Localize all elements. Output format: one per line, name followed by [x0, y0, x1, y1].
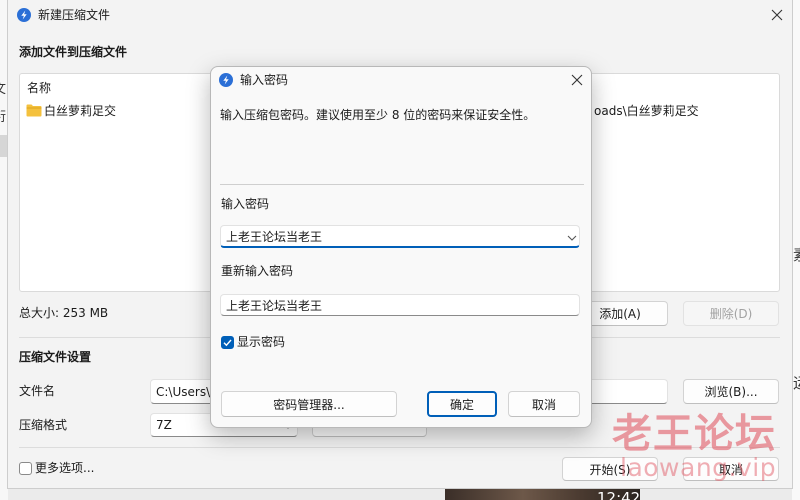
password-value: 上老王论坛当老王 — [226, 229, 323, 244]
background-photo: 12:42 — [445, 488, 640, 500]
password-label: 输入密码 — [221, 197, 270, 211]
format-select-value: 7Z — [156, 418, 172, 432]
background-text: 衍 — [0, 110, 6, 125]
bandizip-app-icon — [17, 8, 31, 22]
password-combobox[interactable]: 上老王论坛当老王 — [220, 225, 580, 248]
password-dialog: 输入密码 输入压缩包密码。建议使用至少 8 位的密码来保证安全性。 输入密码 上… — [210, 66, 592, 428]
watermark-title: 老王论坛 — [612, 411, 776, 457]
ok-button[interactable]: 确定 — [427, 391, 497, 417]
confirm-password-input[interactable]: 上老王论坛当老王 — [220, 294, 580, 316]
dialog-message: 输入压缩包密码。建议使用至少 8 位的密码来保证安全性。 — [220, 108, 536, 122]
background-text: 运 — [793, 375, 800, 391]
password-manager-button[interactable]: 密码管理器... — [221, 391, 397, 417]
watermark-url: laowang.vip — [620, 453, 777, 482]
column-header-name[interactable]: 名称 — [27, 81, 51, 95]
confirm-password-label: 重新输入密码 — [221, 264, 294, 278]
filename-input-value: C:\Users\ — [156, 384, 211, 399]
more-options-checkbox[interactable] — [19, 462, 32, 475]
browse-button[interactable]: 浏览(B)... — [683, 379, 779, 404]
screen: 文 衍 素 运 12:42 新建压缩文件 添加文件到压缩文件 名称 白丝萝莉足交… — [0, 0, 800, 500]
window-title: 新建压缩文件 — [38, 8, 111, 22]
confirm-password-value: 上老王论坛当老王 — [226, 298, 323, 313]
background-window-left: 文 衍 — [0, 0, 8, 500]
archive-settings-section-title: 压缩文件设置 — [19, 350, 92, 364]
format-label: 压缩格式 — [19, 418, 68, 432]
chevron-down-icon[interactable] — [567, 235, 577, 241]
background-selection-bar — [0, 135, 8, 157]
folder-icon — [26, 104, 42, 117]
background-window-right: 素 运 — [792, 0, 800, 500]
dialog-title: 输入密码 — [240, 73, 289, 87]
show-password-checkbox[interactable] — [221, 336, 234, 349]
bandizip-app-icon — [219, 73, 233, 87]
more-options-label[interactable]: 更多选项... — [35, 461, 94, 475]
filename-label: 文件名 — [19, 384, 56, 398]
background-text: 文 — [0, 82, 6, 97]
close-icon[interactable] — [571, 74, 583, 86]
dialog-cancel-button[interactable]: 取消 — [508, 391, 580, 417]
total-size-label: 总大小: 253 MB — [19, 306, 109, 320]
background-clock-text: 12:42 — [597, 489, 640, 500]
add-files-section-title: 添加文件到压缩文件 — [19, 45, 128, 59]
list-item-name: 白丝萝莉足交 — [44, 104, 117, 118]
list-item-path: oads\白丝萝莉足交 — [594, 104, 699, 118]
delete-button[interactable]: 删除(D) — [683, 301, 779, 326]
background-text: 素 — [793, 247, 800, 263]
close-icon[interactable] — [771, 9, 783, 21]
show-password-label[interactable]: 显示密码 — [237, 335, 285, 349]
divider — [220, 184, 584, 185]
